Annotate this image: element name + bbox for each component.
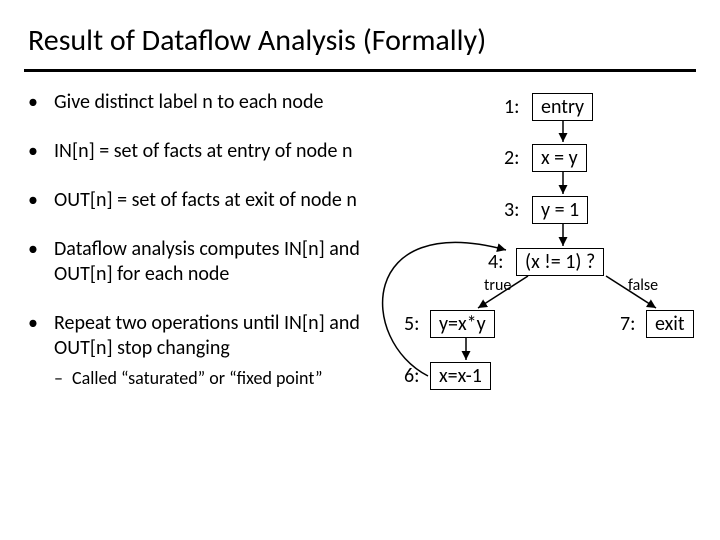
bullet-item: • IN[n] = set of facts at entry of node … (28, 139, 388, 164)
bullet-dot-icon: • (28, 188, 54, 213)
node-dec: x=x-1 (430, 362, 491, 390)
bullet-text: Give distinct label n to each node (54, 90, 388, 115)
bullet-dot-icon: • (28, 311, 54, 361)
node-assign-y1: y = 1 (532, 196, 588, 224)
node-label-2: 2: (504, 146, 520, 170)
node-entry: entry (532, 93, 593, 121)
node-cond: (x != 1) ? (516, 248, 604, 276)
bullet-text: Dataflow analysis computes IN[n] and OUT… (54, 237, 388, 287)
node-label-3: 3: (504, 198, 520, 222)
bullet-text: Repeat two operations until IN[n] and OU… (54, 311, 388, 361)
bullet-item: • Repeat two operations until IN[n] and … (28, 311, 388, 390)
bullet-dot-icon: • (28, 90, 54, 115)
bullet-list: • Give distinct label n to each node • I… (28, 90, 388, 470)
node-mul: y=x*y (430, 310, 495, 338)
bullet-item: • OUT[n] = set of facts at exit of node … (28, 188, 388, 213)
bullet-dot-icon: • (28, 139, 54, 164)
flow-diagram: 1: entry 2: x = y 3: y = 1 4: (x != 1) ?… (388, 90, 692, 470)
edge-label-false: false (628, 276, 658, 295)
node-label-7: 7: (620, 312, 636, 336)
bullet-dot-icon: • (28, 237, 54, 287)
bullet-text: IN[n] = set of facts at entry of node n (54, 139, 388, 164)
node-label-4: 4: (488, 250, 504, 274)
node-label-6: 6: (404, 364, 420, 388)
content-row: • Give distinct label n to each node • I… (0, 90, 720, 470)
node-label-5: 5: (404, 312, 420, 336)
title-underline (24, 69, 696, 72)
bullet-item: • Give distinct label n to each node (28, 90, 388, 115)
bullet-item: • Dataflow analysis computes IN[n] and O… (28, 237, 388, 287)
bullet-text: OUT[n] = set of facts at exit of node n (54, 188, 388, 213)
sub-bullet-text: Called “saturated” or “fixed point” (28, 367, 388, 390)
node-label-1: 1: (504, 95, 520, 119)
node-assign-xy: x = y (532, 144, 587, 172)
edge-label-true: true (484, 276, 511, 295)
node-exit: exit (646, 310, 694, 338)
slide-title: Result of Dataflow Analysis (Formally) (0, 0, 720, 69)
